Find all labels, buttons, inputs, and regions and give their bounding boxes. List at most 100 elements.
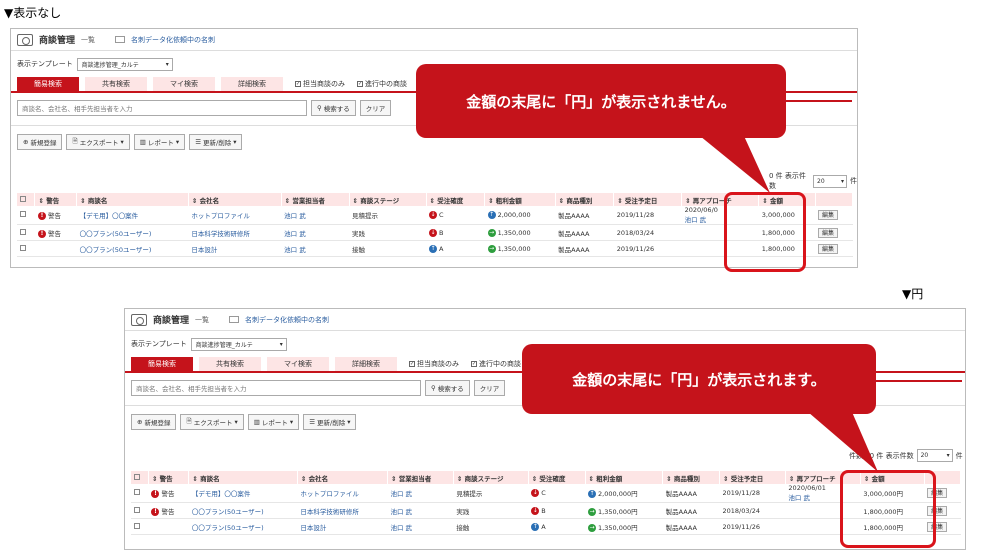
arrow-right-icon: → [588,507,597,516]
rep-link[interactable]: 池口 武 [387,484,454,503]
warning-icon: ! [151,490,160,498]
column-label: 受注予定日 [730,474,764,483]
action-button-3[interactable]: ☰ 更新/削除 ▾ [189,134,243,150]
chevron-down-icon: ▾ [347,418,351,426]
table-row[interactable]: ! 警告 〇〇プラン(50ユーザー) 日本科学技術研修所 池口 武 実践 ↓ B →… [131,502,961,519]
column-header[interactable]: ⇕ 商談ステージ [349,193,427,206]
deal-name-link[interactable]: 〇〇プラン(50ユーザー) [188,518,298,535]
action-label: 更新/削除 [317,419,346,427]
rep-link[interactable]: 池口 武 [387,518,454,535]
list-icon: ☰ [195,138,202,146]
clear-button[interactable]: クリア [473,380,506,396]
rep-link[interactable]: 池口 武 [387,502,454,519]
column-header[interactable]: ⇕ 警告 [34,193,78,206]
column-label: 受注予定日 [624,196,658,205]
tab-search-1[interactable]: 共有検索 [199,357,261,371]
checkbox-icon: ✓ [409,361,415,367]
company-link[interactable]: 日本科学技術研修所 [297,502,388,519]
column-header[interactable]: ⇕ 商品種別 [555,193,615,206]
reapproach-rep[interactable]: 池口 武 [685,216,707,224]
tab-search-1[interactable]: 共有検索 [85,77,147,91]
column-header[interactable]: ⇕ 会社名 [188,193,282,206]
header-checkbox[interactable] [131,471,149,484]
company-link[interactable]: 日本科学技術研修所 [188,224,282,241]
rep-link[interactable]: 池口 武 [281,206,349,225]
row-checkbox[interactable] [20,228,26,235]
company-link[interactable]: ホットプロファイル [188,206,282,225]
deal-name-link[interactable]: 〇〇プラン(50ユーザー) [188,502,298,519]
edit-button[interactable]: 編集 [818,243,839,254]
table-row[interactable]: ! 警告 【デモ用】〇〇案件 ホットプロファイル 池口 武 見積提示 ↓ C ↑ 2,… [131,484,961,503]
date-cell: 2019/11/28 [613,206,682,225]
tab-search-2[interactable]: マイ検索 [153,77,215,91]
action-button-1[interactable]: 🗎 エクスポート ▾ [66,134,130,150]
clear-button[interactable]: クリア [359,100,392,116]
column-header[interactable]: ⇕ 警告 [148,471,190,484]
column-header[interactable]: ⇕ 商談名 [188,471,298,484]
column-header[interactable]: ⇕ 粗利金額 [585,471,664,484]
page-subtitle: 一覧 [81,35,96,44]
search-input[interactable]: 商談名、会社名、相手先担当者を入力 [131,380,421,396]
action-button-3[interactable]: ☰ 更新/削除 ▾ [303,414,357,430]
column-header[interactable]: ⇕ 受注確度 [528,471,586,484]
edit-button[interactable]: 編集 [818,227,839,238]
table-row[interactable]: 〇〇プラン(50ユーザー) 日本設計 池口 武 接触 ↑ A → 1,350,000… [131,518,961,535]
row-checkbox[interactable] [134,506,140,513]
column-header[interactable]: ⇕ 受注予定日 [613,193,683,206]
rep-link[interactable]: 池口 武 [281,224,349,241]
tab-search-3[interactable]: 詳細検索 [221,77,283,91]
template-select[interactable]: 商談進捗管理_カルテ [76,57,173,71]
header-checkbox[interactable] [17,193,36,206]
deal-name-link[interactable]: 〇〇プラン(50ユーザー) [76,224,189,241]
action-button-0[interactable]: ⊕ 新規登録 [131,414,177,430]
row-checkbox[interactable] [134,489,140,495]
deal-name-link[interactable]: 【デモ用】〇〇案件 [188,484,298,503]
search-button[interactable]: ⚲ 検索する [311,100,356,116]
reapproach-rep[interactable]: 池口 武 [788,494,810,502]
action-button-2[interactable]: ▥ レポート ▾ [247,414,300,430]
check-mine[interactable]: ✓ 担当商談のみ [295,77,345,91]
search-button[interactable]: ⚲ 検索する [425,380,470,396]
search-input[interactable]: 商談名、会社名、相手先担当者を入力 [17,100,307,116]
reapproach-date: 2020/06/0 [684,206,718,214]
sort-icon: ⇕ [588,474,594,483]
company-link[interactable]: 日本設計 [297,518,388,535]
column-header[interactable]: ⇕ 商談ステージ [453,471,529,484]
deal-name-link[interactable]: 【デモ用】〇〇案件 [76,206,189,225]
row-checkbox[interactable] [20,244,26,251]
column-header[interactable]: ⇕ 営業担当者 [387,471,454,484]
company-link[interactable]: ホットプロファイル [297,484,388,503]
column-header[interactable]: ⇕ 商談名 [76,193,189,206]
card-request-link[interactable]: 名刺データ化依頼中の名刺 [245,315,329,325]
per-page-select[interactable]: 20 [916,449,953,462]
company-link[interactable]: 日本設計 [188,240,282,257]
tab-search-3[interactable]: 詳細検索 [335,357,397,371]
tab-search-0[interactable]: 簡易検索 [17,77,79,91]
page-title: 商談管理 [39,36,76,46]
highlight-amount-top [724,192,806,272]
per-page-select[interactable]: 20 [813,174,847,188]
probability-value: A [439,244,444,253]
column-header[interactable]: ⇕ 受注予定日 [719,471,786,484]
column-header[interactable]: ⇕ 営業担当者 [281,193,350,206]
tab-search-0[interactable]: 簡易検索 [131,357,193,371]
row-checkbox[interactable] [20,211,26,217]
column-header[interactable]: ⇕ 商品種別 [662,471,720,484]
arrow-up-icon: ↑ [531,522,540,531]
check-active[interactable]: ✓ 進行中の商談 [471,357,521,371]
column-header[interactable]: ⇕ 粗利金額 [484,193,556,206]
card-request-link[interactable]: 名刺データ化依頼中の名刺 [131,35,215,45]
row-checkbox[interactable] [134,522,140,529]
action-button-0[interactable]: ⊕ 新規登録 [17,134,63,150]
deal-name-link[interactable]: 〇〇プラン(50ユーザー) [76,240,189,257]
column-header[interactable]: ⇕ 受注確度 [426,193,486,206]
column-header[interactable]: ⇕ 会社名 [297,471,388,484]
check-active[interactable]: ✓ 進行中の商談 [357,77,407,91]
rep-link[interactable]: 池口 武 [281,240,349,257]
template-select[interactable]: 商談進捗管理_カルテ [190,337,287,351]
edit-button[interactable]: 編集 [818,210,839,220]
tab-search-2[interactable]: マイ検索 [267,357,329,371]
check-mine[interactable]: ✓ 担当商談のみ [409,357,459,371]
action-button-2[interactable]: ▥ レポート ▾ [133,134,186,150]
action-button-1[interactable]: 🗎 エクスポート ▾ [180,414,244,430]
